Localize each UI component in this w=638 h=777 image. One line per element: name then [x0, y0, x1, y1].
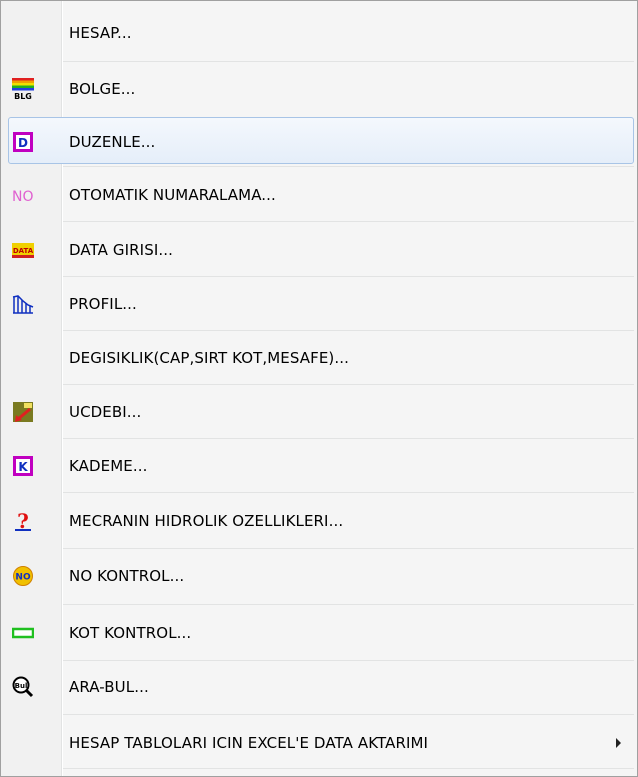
menu-separator	[63, 438, 634, 439]
question-icon: ?	[12, 510, 34, 532]
search-bul-icon: Bul	[12, 676, 34, 698]
menu-item-profil[interactable]: PROFIL...	[69, 295, 137, 313]
menu-separator	[63, 384, 634, 385]
menu-item-degisiklik[interactable]: DEGISIKLIK(CAP,SIRT KOT,MESAFE)...	[69, 349, 349, 367]
bolge-rainbow-icon: BLG	[12, 78, 34, 100]
no-kontrol-icon-text: NO	[15, 573, 31, 583]
menu-item-ara-bul[interactable]: ARA-BUL...	[69, 678, 149, 696]
menu-item-excel-aktarimi[interactable]: HESAP TABLOLARI ICIN EXCEL'E DATA AKTARI…	[69, 734, 428, 752]
menu-item-mecranin-hidrolik[interactable]: MECRANIN HIDROLIK OZELLIKLERI...	[69, 512, 343, 530]
menu-separator	[63, 492, 634, 493]
menu-item-data-girisi[interactable]: DATA GIRISI...	[69, 241, 173, 259]
menu-item-kademe[interactable]: KADEME...	[69, 457, 148, 475]
menu-separator	[63, 276, 634, 277]
menu-item-duzenle[interactable]: DUZENLE...	[69, 133, 155, 151]
menu-item-no-kontrol[interactable]: NO KONTROL...	[69, 567, 184, 585]
duzenle-icon-text: D	[18, 136, 28, 150]
kot-kontrol-icon	[12, 622, 34, 644]
ucdebi-icon	[12, 401, 34, 423]
menu-separator	[63, 768, 634, 769]
menu-separator	[63, 660, 634, 661]
svg-text:?: ?	[17, 510, 29, 532]
menu-separator	[63, 221, 634, 222]
submenu-arrow-icon	[616, 738, 621, 748]
profil-chart-icon	[12, 293, 34, 315]
menu-item-ucdebi[interactable]: UCDEBI...	[69, 403, 141, 421]
no-kontrol-icon: NO	[12, 565, 34, 587]
ara-bul-icon-text: Bul	[15, 682, 28, 690]
menu-separator	[63, 548, 634, 549]
menu-item-bolge[interactable]: BOLGE...	[69, 80, 135, 98]
numaralama-icon-text: NO	[12, 189, 34, 205]
kademe-icon-text: K	[18, 460, 28, 474]
menu-item-otomatik-numaralama[interactable]: OTOMATIK NUMARALAMA...	[69, 186, 276, 204]
menu-separator	[63, 166, 634, 167]
menu-item-kot-kontrol[interactable]: KOT KONTROL...	[69, 624, 191, 642]
kademe-k-icon: K	[12, 455, 34, 477]
data-icon-text: DATA	[13, 247, 34, 255]
menu-separator	[63, 330, 634, 331]
menu-separator	[63, 714, 634, 715]
menu-separator	[63, 604, 634, 605]
bolge-icon-text: BLG	[14, 92, 32, 100]
menu-item-hesap[interactable]: HESAP...	[69, 24, 132, 42]
numaralama-no-icon: NO	[12, 184, 34, 206]
duzenle-d-icon: D	[12, 131, 34, 153]
data-icon: DATA	[12, 239, 34, 261]
context-menu: HESAP... BLG BOLGE... D DUZENLE... NO OT…	[0, 0, 638, 777]
menu-separator	[63, 61, 634, 62]
